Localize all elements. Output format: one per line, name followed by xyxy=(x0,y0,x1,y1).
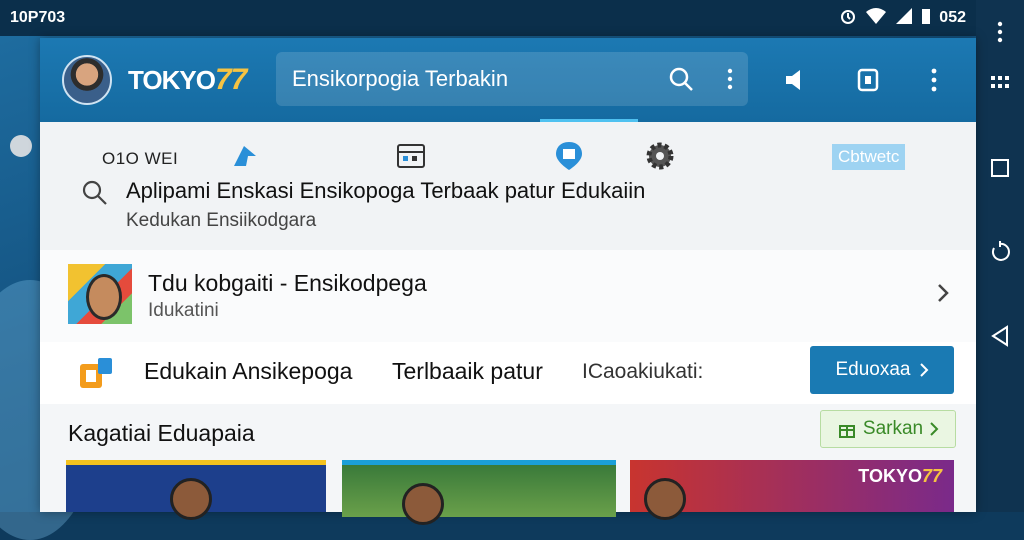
app-window: TOKYO77 O1O WEI xyxy=(40,38,976,525)
navigation-arrow-icon[interactable] xyxy=(230,142,260,175)
calendar-icon[interactable] xyxy=(396,142,426,175)
app-bar: TOKYO77 xyxy=(40,38,976,122)
suggestion-title: Aplipami Enskasi Ensikopoga Terbaak patu… xyxy=(126,178,646,203)
see-all-label: Sarkan xyxy=(862,418,924,439)
logo-number: 77 xyxy=(214,63,247,96)
tile-logo-number: 77 xyxy=(921,466,942,486)
category-tile-3[interactable]: TOKYO77 xyxy=(630,460,954,520)
quick-actions: O1O WEI xyxy=(102,140,676,177)
overflow-menu-icon[interactable] xyxy=(916,62,952,98)
system-nav-bar xyxy=(976,0,1024,512)
quick-label: O1O WEI xyxy=(102,148,179,168)
education-app-icon xyxy=(76,356,120,397)
tile-person-image xyxy=(402,483,444,525)
promo-button[interactable]: Eduoxaa xyxy=(810,346,954,394)
see-all-button[interactable]: Sarkan xyxy=(820,410,956,448)
see-all-chevron-icon xyxy=(930,422,939,436)
promo-text-3: ICaoakiukati: xyxy=(582,360,704,383)
search-icon[interactable] xyxy=(663,61,699,97)
tile-person-image xyxy=(170,478,212,520)
result-subtitle: Idukatini xyxy=(148,300,219,321)
wifi-icon xyxy=(865,7,887,30)
battery-icon xyxy=(921,7,931,30)
search-suggestion[interactable]: Aplipami Enskasi Ensikopoga Terbaak patu… xyxy=(82,178,645,232)
status-time: 052 xyxy=(939,9,966,26)
search-bar[interactable] xyxy=(276,52,748,106)
tile-person-image xyxy=(644,478,686,520)
promo-text-2: Terlbaaik patur xyxy=(392,358,543,384)
promo-text: Edukain Ansikepoga xyxy=(144,358,353,384)
category-section: Kagatiai Eduapaia Sarkan TOKYO77 xyxy=(40,404,976,525)
back-triangle-icon[interactable] xyxy=(976,316,1024,356)
app-logo[interactable]: TOKYO77 xyxy=(128,63,247,97)
recents-square-icon[interactable] xyxy=(976,148,1024,188)
status-carrier: 10P703 xyxy=(10,9,66,26)
category-title: Kagatiai Eduapaia xyxy=(68,420,255,446)
promo-button-label: Eduoxaa xyxy=(835,359,911,380)
alarm-icon xyxy=(839,7,857,30)
logo-text: TOKYO xyxy=(128,65,216,95)
filter-chip[interactable]: Cbtwetc xyxy=(832,144,906,170)
search-input[interactable] xyxy=(290,65,649,93)
tile-logo-text: TOKYO xyxy=(858,466,922,486)
category-tile-2[interactable] xyxy=(342,460,616,525)
chevron-right-icon[interactable] xyxy=(936,282,950,309)
suggestion-subtitle: Kedukan Ensiikodgara xyxy=(126,210,317,231)
home-refresh-icon[interactable] xyxy=(976,232,1024,272)
share-icon[interactable] xyxy=(850,62,886,98)
thumbnail-face xyxy=(86,274,122,320)
promo-banner: Edukain Ansikepoga Terlbaaik patur ICaoa… xyxy=(40,342,976,404)
result-title: Tdu kobgaiti - Ensikodpega xyxy=(148,270,427,296)
gift-icon xyxy=(838,425,855,438)
bg-circle-icon xyxy=(10,135,32,157)
map-pin-icon[interactable] xyxy=(552,140,586,177)
status-bar: 10P703 052 xyxy=(0,0,976,36)
more-vertical-icon[interactable] xyxy=(976,12,1024,52)
avatar[interactable] xyxy=(62,55,112,105)
search-more-icon[interactable] xyxy=(713,61,749,97)
search-dropdown: O1O WEI Cbtwetc Aplipami Enskasi Ensikop… xyxy=(40,122,976,251)
speaker-icon[interactable] xyxy=(778,62,814,98)
tile-logo: TOKYO77 xyxy=(858,466,942,487)
side-background-icons xyxy=(10,135,32,157)
suggestion-search-icon xyxy=(82,180,108,211)
settings-gear-icon[interactable] xyxy=(644,140,676,177)
signal-icon xyxy=(895,7,913,30)
result-thumbnail xyxy=(68,264,132,324)
apps-grid-icon[interactable] xyxy=(976,64,1024,104)
promo-chevron-icon xyxy=(919,363,928,377)
result-item[interactable]: Tdu kobgaiti - Ensikodpega Idukatini xyxy=(40,250,976,343)
category-tile-1[interactable] xyxy=(66,460,326,520)
